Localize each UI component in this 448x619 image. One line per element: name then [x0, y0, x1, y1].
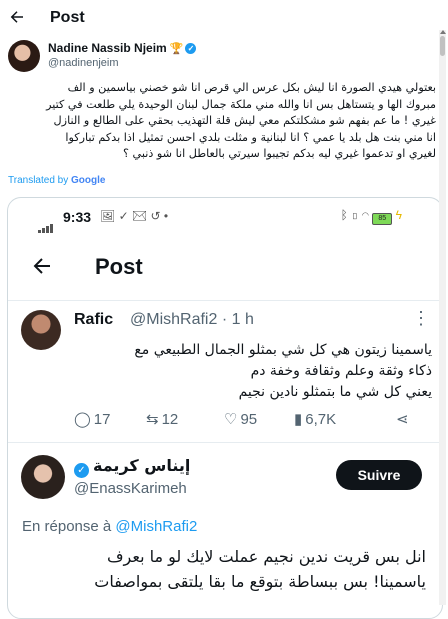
charging-icon: ϟ — [395, 208, 402, 222]
heart-icon: ♡ — [224, 411, 238, 428]
trophy-icon: 🏆 — [169, 43, 184, 55]
reply-avatar — [21, 310, 61, 350]
more-options-icon: ⋮ — [412, 308, 430, 328]
reply-line: يعني كل شي ما بتمثلو نادين نجيم — [238, 384, 432, 400]
tweet-line: انا مني بنت هل بلد يا عمي ؟ انا لبنانية … — [65, 130, 436, 144]
reply-line: ياسمينا زيتون هي كل شي بمثلو الجمال الطب… — [134, 342, 432, 358]
inner-back-arrow-icon — [33, 258, 50, 274]
avatar[interactable] — [8, 40, 40, 72]
views-icon: ▮ — [294, 411, 303, 428]
page-title: Post — [50, 9, 85, 26]
vibrate-icon: ▯ — [351, 208, 359, 222]
signal-icon — [38, 215, 54, 233]
reply-author-meta: @MishRafi2 · 1 h — [130, 311, 254, 328]
reply-text: ياسمينا زيتون هي كل شي بمثلو الجمال الطب… — [68, 340, 432, 403]
divider — [8, 300, 442, 301]
comment-icon: ◯ — [74, 411, 91, 428]
reposts-count: 12 — [161, 411, 179, 428]
author-handle[interactable]: @nadinenjeim — [48, 57, 119, 69]
reply-author-name: Rafic — [74, 311, 114, 328]
wifi-icon: ◠ — [361, 208, 369, 222]
inner-post-title: Post — [95, 254, 143, 279]
tweet-line: مبروك الها و يتستاهل بس انا والله مني مل… — [46, 97, 436, 111]
tweet-text: بعتولي هيدي الصورة انا ليش بكل عرس الي ق… — [8, 80, 436, 163]
scroll-up-arrow-icon[interactable] — [440, 30, 446, 34]
likes-count: 95 — [240, 411, 258, 428]
status-time: 9:33 — [63, 209, 92, 225]
quoted-author-name-text: إيناس كريمة — [93, 456, 191, 475]
repost-icon: ⇆ — [146, 411, 159, 428]
translated-by-google-link[interactable]: Translated by Google — [8, 175, 105, 186]
verified-badge-icon: ✓ — [185, 43, 197, 54]
back-arrow-icon[interactable] — [8, 8, 26, 26]
quoted-line: ياسمينا! بس ببساطة بتوقع ما بقا يلتقى بم… — [94, 572, 426, 591]
tweet-line: غيري ! ما عم بفهم شو مشكلتكم معي ليش قلة… — [53, 114, 436, 127]
reply-actions: ◯ 17 ⇆ 12 ♡ 95 ▮ 6,7K ⋖ — [74, 410, 424, 432]
scrollbar-thumb[interactable] — [440, 36, 445, 56]
author-row: Nadine Nassib Njeim 🏆 ✓ @nadinenjeim — [8, 40, 428, 74]
scrollbar[interactable] — [439, 30, 446, 605]
google-logo: Google — [71, 175, 106, 186]
phone-status-bar: 9:33 🖼 ✓ ✉ ↺ • ᛒ ▯ ◠ 85 ϟ — [8, 198, 442, 234]
reply-prefix: En réponse à — [22, 518, 116, 535]
notification-icons: 🖼 ✓ ✉ ↺ • — [100, 209, 169, 223]
author-name-text[interactable]: Nadine Nassib Njeim — [48, 41, 167, 55]
reply-line: ذكاء وثقة وعلم وثقافة وخفة دم — [250, 363, 432, 379]
quoted-avatar — [21, 455, 65, 499]
tweet-line: بعتولي هيدي الصورة انا ليش بكل عرس الي ق… — [67, 81, 436, 94]
share-icon: ⋖ — [396, 411, 409, 428]
attached-screenshot[interactable]: 9:33 🖼 ✓ ✉ ↺ • ᛒ ▯ ◠ 85 ϟ Post Rafic @Mi… — [7, 197, 443, 619]
views-count: 6,7K — [305, 411, 337, 428]
follow-button: Suivre — [336, 460, 422, 490]
views-action: ▮ 6,7K — [294, 410, 336, 428]
replies-count: 17 — [93, 411, 111, 428]
quoted-line: انل بس قريت ندين نجيم عملت لايك لو ما بع… — [106, 547, 426, 566]
top-bar: Post — [0, 0, 448, 36]
quoted-author-name: ✓ إيناس كريمة — [74, 456, 190, 478]
translated-label: Translated by — [8, 175, 71, 186]
verified-badge-icon: ✓ — [74, 463, 89, 478]
like-action: ♡ 95 — [224, 410, 257, 428]
quoted-author-handle: @EnassKarimeh — [74, 480, 187, 497]
divider — [8, 442, 442, 443]
repost-action: ⇆ 12 — [146, 410, 178, 428]
author-name[interactable]: Nadine Nassib Njeim 🏆 ✓ — [48, 41, 197, 55]
replies-action: ◯ 17 — [74, 410, 110, 428]
tweet-line: لغيري او تدعموا غيري ليه بدكم تجيبوا سير… — [123, 147, 436, 160]
quoted-text: انل بس قريت ندين نجيم عملت لايك لو ما بع… — [22, 544, 426, 594]
bluetooth-icon: ᛒ — [340, 208, 348, 222]
status-right-icons: ᛒ ▯ ◠ 85 ϟ — [341, 208, 402, 225]
reply-handle: @MishRafi2 — [115, 518, 198, 535]
battery-icon: 85 — [372, 213, 393, 225]
in-reply-to: En réponse à @MishRafi2 — [22, 518, 197, 535]
